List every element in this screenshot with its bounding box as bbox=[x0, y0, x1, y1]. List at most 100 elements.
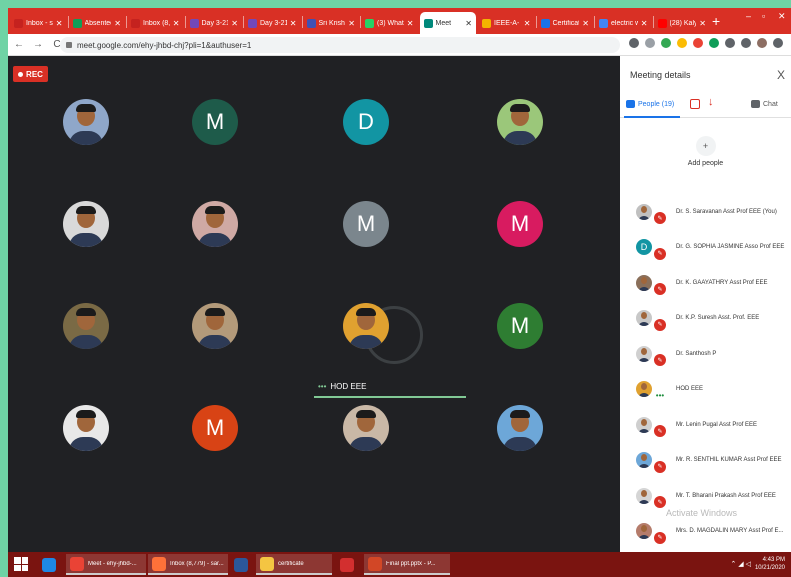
taskbar-app-label: Final ppt.pptx - P... bbox=[386, 560, 436, 567]
minimize-button[interactable]: – bbox=[746, 11, 751, 21]
participant-row[interactable]: ✎ Mrs. D. MAGDALIN MARY Asst Prof E... bbox=[620, 514, 791, 550]
tab-favicon-icon bbox=[14, 18, 23, 28]
new-tab-button[interactable]: + bbox=[712, 13, 720, 29]
participant-initial: D bbox=[358, 109, 374, 134]
avatar-head bbox=[641, 347, 647, 355]
mic-muted-icon: ✎ bbox=[654, 318, 666, 331]
participant-row[interactable]: ✎ Dr. S. Saravanan Asst Prof EEE (You) bbox=[620, 194, 791, 230]
participant-avatar bbox=[636, 381, 652, 398]
extension-icon[interactable] bbox=[709, 38, 719, 48]
participant-row[interactable]: ✎ Mr. Lenin Pugal Asst Prof EEE bbox=[620, 407, 791, 443]
tab-people[interactable]: People (19) bbox=[623, 100, 681, 118]
tab-close-icon[interactable]: ✕ bbox=[170, 19, 180, 28]
participant-tile[interactable]: M bbox=[192, 99, 238, 145]
participant-tile[interactable]: M bbox=[192, 405, 238, 451]
taskbar-app-icon bbox=[340, 557, 354, 572]
taskbar-app[interactable] bbox=[230, 554, 252, 575]
taskbar-app[interactable]: Meet - ehy-jhbd-... bbox=[66, 554, 146, 575]
extension-icon[interactable] bbox=[677, 38, 687, 48]
browser-tab[interactable]: Inbox - sa✕ bbox=[10, 12, 67, 34]
add-people-button[interactable]: + Add people bbox=[620, 136, 791, 167]
extension-icon[interactable] bbox=[661, 38, 671, 48]
browser-tab[interactable]: Certificat ✕ bbox=[537, 12, 594, 34]
tab-close-icon[interactable]: ✕ bbox=[111, 19, 121, 28]
tab-chat[interactable]: Chat bbox=[751, 100, 778, 108]
taskbar-app[interactable] bbox=[38, 554, 62, 575]
star-icon[interactable] bbox=[645, 38, 655, 48]
tab-favicon-icon bbox=[306, 18, 316, 28]
browser-tab[interactable]: Sri Krishn✕ bbox=[303, 12, 360, 34]
participant-photo-avatar[interactable] bbox=[343, 303, 389, 349]
tab-favicon-icon bbox=[248, 18, 257, 28]
tab-close-icon[interactable]: ✕ bbox=[287, 19, 297, 28]
tab-close-icon[interactable]: ✕ bbox=[462, 19, 472, 28]
poll-icon[interactable] bbox=[690, 99, 700, 109]
tab-close-icon[interactable]: ✕ bbox=[696, 19, 706, 28]
participant-row[interactable]: ✎ Dr. K.P. Suresh Asst. Prof. EEE bbox=[620, 301, 791, 337]
tab-close-icon[interactable]: ✕ bbox=[404, 19, 414, 28]
browser-tab[interactable]: electric w ✕ bbox=[595, 12, 652, 34]
participant-initial: M bbox=[356, 211, 376, 236]
participant-photo-avatar[interactable] bbox=[63, 201, 109, 247]
participant-avatar bbox=[636, 487, 652, 504]
taskbar-app[interactable]: Final ppt.pptx - P... bbox=[364, 554, 450, 575]
participant-photo-avatar[interactable] bbox=[192, 303, 238, 349]
participant-row[interactable]: ✎ Dr. Santhosh P bbox=[620, 336, 791, 372]
tab-close-icon[interactable]: ✕ bbox=[53, 19, 63, 28]
browser-tab[interactable]: Meet ✕ bbox=[419, 12, 476, 34]
browser-tab[interactable]: IEEE-A- ✕ bbox=[478, 12, 535, 34]
tab-close-icon[interactable]: ✕ bbox=[521, 19, 531, 28]
tab-close-icon[interactable]: ✕ bbox=[579, 19, 589, 28]
address-bar[interactable]: meet.google.com/ehy-jhbd-chj?pli=1&authu… bbox=[60, 37, 620, 53]
close-icon[interactable]: X bbox=[777, 68, 785, 82]
browser-tab[interactable]: Inbox (8,7✕ bbox=[127, 12, 184, 34]
browser-tab[interactable]: (3) Whats✕ bbox=[361, 12, 418, 34]
tab-close-icon[interactable]: ✕ bbox=[638, 19, 648, 28]
add-people-label: Add people bbox=[687, 160, 724, 167]
taskbar-app-icon bbox=[368, 556, 382, 571]
taskbar-app[interactable]: certificate bbox=[256, 554, 332, 575]
menu-icon[interactable] bbox=[773, 38, 783, 48]
participant-photo-avatar[interactable] bbox=[192, 201, 238, 247]
back-icon[interactable]: ← bbox=[11, 39, 27, 50]
media-icon[interactable] bbox=[741, 38, 751, 48]
participant-photo-avatar[interactable] bbox=[63, 99, 109, 145]
browser-tab[interactable]: Absentee ✕ bbox=[69, 12, 126, 34]
taskbar-clock[interactable]: 4:43 PM 10/21/2020 bbox=[755, 556, 785, 572]
maximize-button[interactable]: ▫ bbox=[762, 11, 765, 21]
tab-label: Inbox - sa bbox=[26, 19, 53, 27]
participant-row[interactable]: ✎ Mr. R. SENTHIL KUMAR Asst Prof EEE bbox=[620, 443, 791, 479]
participant-row[interactable]: D ✎ Dr. G. SOPHIA JASMINE Asso Prof EEE bbox=[620, 230, 791, 266]
extension-icon[interactable] bbox=[693, 38, 703, 48]
tab-label: Meet bbox=[435, 19, 452, 27]
browser-tab[interactable]: Day 3-21(✕ bbox=[186, 12, 243, 34]
tab-favicon-icon bbox=[599, 18, 608, 28]
participant-photo-avatar[interactable] bbox=[497, 99, 543, 145]
participant-photo-avatar[interactable] bbox=[63, 405, 109, 451]
participant-photo-avatar[interactable] bbox=[63, 303, 109, 349]
participant-tile[interactable]: D bbox=[343, 99, 389, 145]
participant-tile[interactable]: M bbox=[497, 201, 543, 247]
taskbar-app[interactable]: Inbox (8,779) - sar... bbox=[148, 554, 228, 575]
puzzle-icon[interactable] bbox=[725, 38, 735, 48]
participant-row[interactable]: ✎ Dr. K. GAAYATHRY Asst Prof EEE bbox=[620, 265, 791, 301]
key-icon[interactable] bbox=[629, 38, 639, 48]
tab-close-icon[interactable]: ✕ bbox=[345, 19, 355, 28]
profile-avatar[interactable] bbox=[757, 38, 767, 48]
taskbar-app[interactable] bbox=[336, 554, 360, 575]
participant-name: Mrs. D. MAGDALIN MARY Asst Prof E... bbox=[676, 528, 784, 535]
participant-tile[interactable]: M bbox=[497, 303, 543, 349]
browser-tab[interactable]: (28) Kalyi ✕ bbox=[654, 12, 711, 34]
participant-photo-avatar[interactable] bbox=[343, 405, 389, 451]
participant-photo-avatar[interactable] bbox=[497, 405, 543, 451]
system-tray-icons[interactable]: ⌃ ◢ ◁ bbox=[730, 560, 751, 568]
speaking-indicator-icon: ••• bbox=[318, 382, 327, 391]
forward-icon[interactable]: → bbox=[30, 39, 46, 50]
browser-tab[interactable]: Day 3-21(✕ bbox=[244, 12, 301, 34]
participant-tile[interactable]: M bbox=[343, 201, 389, 247]
windows-start-icon[interactable] bbox=[14, 557, 28, 571]
participant-photo-body bbox=[69, 437, 103, 451]
participant-row[interactable]: ••• HOD EEE bbox=[620, 372, 791, 408]
tab-close-icon[interactable]: ✕ bbox=[228, 19, 238, 28]
close-window-button[interactable]: ✕ bbox=[778, 11, 786, 22]
